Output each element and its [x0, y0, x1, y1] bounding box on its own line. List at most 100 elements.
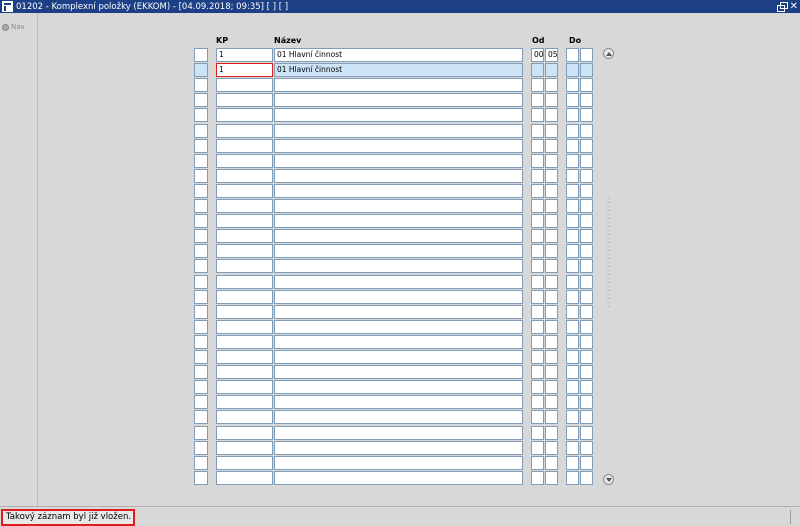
- row-selector[interactable]: [194, 48, 208, 62]
- name-field[interactable]: [274, 455, 523, 470]
- do-field-1[interactable]: [566, 319, 579, 334]
- do-field-1[interactable]: [566, 138, 579, 153]
- od-field-2[interactable]: 05: [545, 48, 558, 62]
- name-field[interactable]: [274, 78, 523, 93]
- do-field-1[interactable]: [566, 48, 579, 62]
- row-selector[interactable]: [194, 274, 208, 289]
- do-field-2[interactable]: [580, 48, 593, 62]
- od-field-2[interactable]: [545, 153, 558, 168]
- od-field-2[interactable]: [545, 289, 558, 304]
- name-field[interactable]: [274, 183, 523, 198]
- name-field[interactable]: [274, 274, 523, 289]
- do-field-1[interactable]: [566, 380, 579, 395]
- row-selector[interactable]: [194, 63, 208, 78]
- do-field-1[interactable]: [566, 168, 579, 183]
- kp-field[interactable]: [216, 304, 273, 319]
- row-selector[interactable]: [194, 334, 208, 349]
- do-field-2[interactable]: [580, 78, 593, 93]
- od-field-2[interactable]: [545, 138, 558, 153]
- do-field-2[interactable]: [580, 350, 593, 364]
- od-field-1[interactable]: [531, 168, 544, 183]
- name-field[interactable]: [274, 425, 523, 440]
- od-field-2[interactable]: [545, 214, 558, 229]
- do-field-1[interactable]: [566, 455, 579, 470]
- do-field-1[interactable]: [566, 153, 579, 168]
- row-selector[interactable]: [194, 168, 208, 183]
- do-field-1[interactable]: [566, 410, 579, 425]
- do-field-2[interactable]: [580, 380, 593, 395]
- do-field-2[interactable]: [580, 410, 593, 425]
- row-selector[interactable]: [194, 350, 208, 364]
- od-field-1[interactable]: [531, 78, 544, 93]
- name-field[interactable]: [274, 395, 523, 410]
- do-field-2[interactable]: [580, 440, 593, 455]
- od-field-2[interactable]: [545, 365, 558, 380]
- name-field[interactable]: [274, 153, 523, 168]
- do-field-2[interactable]: [580, 470, 593, 485]
- row-selector[interactable]: [194, 108, 208, 123]
- do-field-1[interactable]: [566, 365, 579, 380]
- do-field-1[interactable]: [566, 259, 579, 274]
- od-field-1[interactable]: [531, 153, 544, 168]
- od-field-2[interactable]: [545, 274, 558, 289]
- do-field-1[interactable]: [566, 229, 579, 244]
- kp-field[interactable]: [216, 319, 273, 334]
- row-selector[interactable]: [194, 440, 208, 455]
- od-field-1[interactable]: [531, 410, 544, 425]
- od-field-2[interactable]: [545, 229, 558, 244]
- kp-field[interactable]: [216, 78, 273, 93]
- name-field[interactable]: [274, 259, 523, 274]
- row-selector[interactable]: [194, 78, 208, 93]
- do-field-2[interactable]: [580, 108, 593, 123]
- od-field-2[interactable]: [545, 63, 558, 78]
- kp-field[interactable]: [216, 138, 273, 153]
- od-field-1[interactable]: [531, 470, 544, 485]
- od-field-2[interactable]: [545, 183, 558, 198]
- do-field-1[interactable]: [566, 63, 579, 78]
- do-field-2[interactable]: [580, 244, 593, 259]
- do-field-2[interactable]: [580, 229, 593, 244]
- od-field-2[interactable]: [545, 78, 558, 93]
- name-field[interactable]: [274, 470, 523, 485]
- od-field-1[interactable]: [531, 440, 544, 455]
- row-selector[interactable]: [194, 214, 208, 229]
- do-field-2[interactable]: [580, 425, 593, 440]
- od-field-1[interactable]: [531, 108, 544, 123]
- name-field[interactable]: 01 Hlavní činnost: [274, 48, 523, 62]
- od-field-2[interactable]: [545, 244, 558, 259]
- name-field[interactable]: [274, 334, 523, 349]
- close-window-button[interactable]: ✕: [790, 0, 798, 13]
- od-field-1[interactable]: [531, 183, 544, 198]
- row-selector[interactable]: [194, 410, 208, 425]
- od-field-1[interactable]: [531, 380, 544, 395]
- scroll-up-icon[interactable]: [603, 48, 614, 59]
- do-field-1[interactable]: [566, 244, 579, 259]
- name-field[interactable]: [274, 168, 523, 183]
- do-field-1[interactable]: [566, 395, 579, 410]
- do-field-1[interactable]: [566, 304, 579, 319]
- row-selector[interactable]: [194, 259, 208, 274]
- kp-field[interactable]: [216, 229, 273, 244]
- od-field-1[interactable]: [531, 289, 544, 304]
- kp-field[interactable]: [216, 153, 273, 168]
- do-field-1[interactable]: [566, 123, 579, 138]
- name-field[interactable]: [274, 440, 523, 455]
- kp-field[interactable]: [216, 199, 273, 213]
- row-selector[interactable]: [194, 93, 208, 108]
- name-field[interactable]: [274, 244, 523, 259]
- kp-field[interactable]: [216, 380, 273, 395]
- kp-field[interactable]: [216, 410, 273, 425]
- od-field-1[interactable]: [531, 214, 544, 229]
- kp-field[interactable]: [216, 289, 273, 304]
- name-field[interactable]: [274, 304, 523, 319]
- od-field-2[interactable]: [545, 350, 558, 364]
- od-field-2[interactable]: [545, 259, 558, 274]
- row-selector[interactable]: [194, 183, 208, 198]
- od-field-1[interactable]: [531, 304, 544, 319]
- name-field[interactable]: [274, 380, 523, 395]
- row-selector[interactable]: [194, 199, 208, 213]
- do-field-2[interactable]: [580, 455, 593, 470]
- od-field-1[interactable]: [531, 229, 544, 244]
- do-field-1[interactable]: [566, 183, 579, 198]
- od-field-1[interactable]: [531, 319, 544, 334]
